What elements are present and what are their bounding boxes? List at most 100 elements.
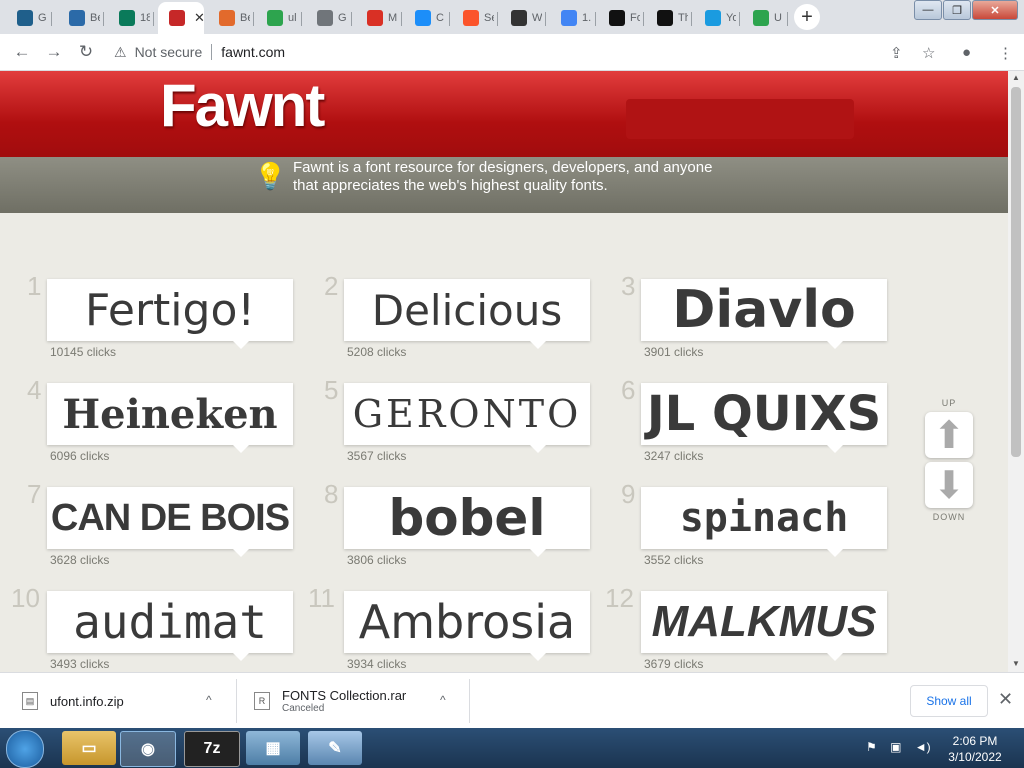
font-preview-box[interactable]: Heineken: [47, 383, 293, 453]
down-label: DOWN: [932, 512, 966, 522]
page-scrollbar[interactable]: ▲ ▼: [1008, 71, 1024, 672]
site-logo[interactable]: Fawnt: [160, 71, 325, 140]
font-name[interactable]: bobel: [389, 489, 546, 547]
font-preview-box[interactable]: CAN DE BOIS: [47, 487, 293, 557]
tab-4[interactable]: ✕: [158, 2, 205, 34]
font-preview-box[interactable]: GERONTO: [344, 383, 590, 453]
not-secure-label[interactable]: Not secure: [135, 44, 203, 60]
url-text[interactable]: fawnt.com: [221, 44, 285, 60]
tab-1[interactable]: G: [6, 4, 52, 32]
folder-icon[interactable]: ▭: [62, 731, 116, 765]
google-icon: [561, 10, 577, 26]
font-name[interactable]: Delicious: [372, 286, 562, 335]
font-name[interactable]: Diavlo: [672, 280, 856, 340]
tab-2[interactable]: Be: [58, 4, 104, 32]
tab-separator: [691, 12, 692, 26]
appstore-icon: [415, 10, 431, 26]
7z-icon[interactable]: 7z: [184, 731, 240, 767]
download-item-2[interactable]: R FONTS Collection.rar Canceled: [254, 673, 406, 729]
tab-8[interactable]: M: [356, 4, 402, 32]
tab-title: Th: [678, 12, 688, 24]
scroll-down-button[interactable]: ⬇: [925, 462, 973, 508]
profile-icon[interactable]: ●: [962, 44, 971, 61]
control-panel-icon[interactable]: ▦: [246, 731, 300, 765]
font-name[interactable]: spinach: [680, 495, 849, 541]
tab-separator: [301, 12, 302, 26]
tab-16[interactable]: U: [742, 4, 788, 32]
font-preview-box[interactable]: Fertigo!: [47, 279, 293, 349]
font-name[interactable]: Heineken: [62, 391, 277, 438]
tab-3[interactable]: 18: [108, 4, 154, 32]
clock-time: 2:06 PM: [952, 734, 998, 748]
rank-number: 8: [324, 479, 339, 509]
font-preview-box[interactable]: Delicious: [344, 279, 590, 349]
share-icon[interactable]: ⇪: [890, 44, 903, 62]
tab-separator: [497, 12, 498, 26]
bookmark-star-icon[interactable]: ☆: [922, 44, 935, 62]
tab-5[interactable]: Be: [208, 4, 254, 32]
scroll-down-arrow-icon[interactable]: ▼: [1012, 659, 1020, 668]
font-name[interactable]: MALKMUS: [652, 597, 877, 647]
font-name[interactable]: CAN DE BOIS: [51, 497, 290, 540]
tab-10[interactable]: Se: [452, 4, 498, 32]
tab-7[interactable]: G: [306, 4, 352, 32]
font-preview-box[interactable]: bobel: [344, 487, 590, 557]
click-count: 6096 clicks: [50, 449, 110, 463]
volume-icon[interactable]: ◄): [915, 740, 931, 754]
start-button[interactable]: [6, 730, 44, 768]
tab-6[interactable]: ul: [256, 4, 302, 32]
warning-icon[interactable]: ⚠: [114, 44, 127, 61]
scrollbar-thumb[interactable]: [1011, 87, 1021, 457]
brave-icon: [463, 10, 479, 26]
minimize-button[interactable]: —: [914, 0, 942, 20]
font-preview-box[interactable]: JL QUIXS: [641, 383, 887, 453]
close-window-button[interactable]: ✕: [972, 0, 1018, 20]
download-options-chevron-icon[interactable]: ^: [206, 693, 212, 707]
close-download-bar-icon[interactable]: ✕: [998, 689, 1013, 710]
chrome-icon[interactable]: ◉: [120, 731, 176, 767]
tab-11[interactable]: W: [500, 4, 546, 32]
back-button[interactable]: ←: [12, 42, 32, 62]
font-preview-box[interactable]: MALKMUS: [641, 591, 887, 661]
tab-title: 1.: [582, 12, 592, 24]
tab-14[interactable]: Th: [646, 4, 692, 32]
flag-icon[interactable]: ⚑: [866, 740, 877, 754]
font-name[interactable]: JL QUIXS: [647, 386, 881, 442]
maximize-button[interactable]: ❐: [943, 0, 971, 20]
paint-icon[interactable]: ✎: [308, 731, 362, 765]
new-tab-button[interactable]: +: [794, 4, 820, 30]
download-status: Canceled: [282, 703, 325, 714]
tab-13[interactable]: Fo: [598, 4, 644, 32]
reload-button[interactable]: ↻: [76, 42, 96, 62]
omnibox-divider: [211, 44, 213, 60]
tab-title: G: [38, 12, 47, 24]
menu-icon[interactable]: ⋮: [998, 44, 1013, 62]
rank-number: 5: [324, 375, 339, 405]
tab-12[interactable]: 1.: [550, 4, 596, 32]
font-preview-box[interactable]: audimat: [47, 591, 293, 661]
zip-file-icon: ▤: [22, 692, 38, 710]
font-preview-box[interactable]: spinach: [641, 487, 887, 557]
address-bar[interactable]: ⚠ Not secure fawnt.com: [108, 38, 948, 66]
header-ad-box[interactable]: [626, 99, 854, 139]
tab-title: G: [338, 12, 347, 24]
scroll-up-arrow-icon[interactable]: ▲: [1012, 73, 1020, 82]
font-name[interactable]: audimat: [73, 595, 267, 649]
tab-title: Yo: [726, 12, 736, 24]
close-tab-icon[interactable]: ✕: [194, 10, 205, 26]
taskbar-clock[interactable]: 2:06 PM 3/10/2022: [940, 733, 1010, 765]
font-preview-box[interactable]: Ambrosia: [344, 591, 590, 661]
font-name[interactable]: Fertigo!: [85, 285, 255, 336]
font-name[interactable]: Ambrosia: [359, 595, 575, 649]
network-icon[interactable]: ▣: [890, 740, 901, 754]
download-item-1[interactable]: ▤ ufont.info.zip: [22, 673, 124, 729]
download-options-chevron-icon[interactable]: ^: [440, 693, 446, 707]
show-all-button[interactable]: Show all: [910, 685, 988, 717]
font-preview-box[interactable]: Diavlo: [641, 279, 887, 349]
scroll-up-button[interactable]: ⬆: [925, 412, 973, 458]
tab-9[interactable]: C: [404, 4, 450, 32]
font-name[interactable]: GERONTO: [353, 392, 582, 436]
system-tray: ⚑ ▣ ◄): [866, 740, 931, 754]
tab-15[interactable]: Yo: [694, 4, 740, 32]
forward-button[interactable]: →: [44, 42, 64, 62]
